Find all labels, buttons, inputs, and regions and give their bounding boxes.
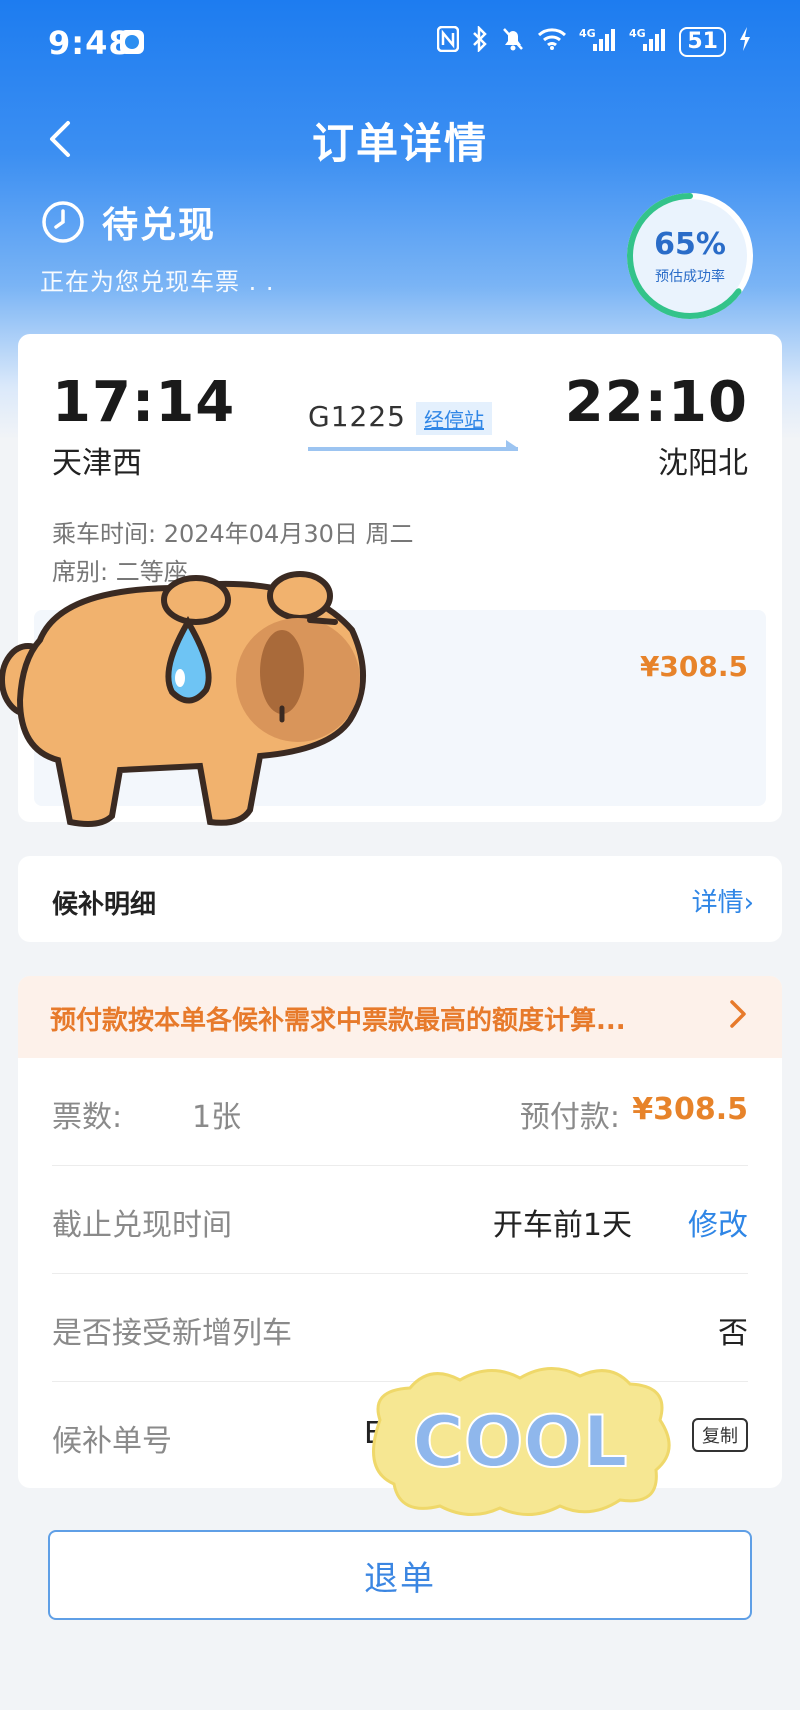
new-train-label: 是否接受新增列车 [52, 1316, 292, 1351]
prepay-value: ¥308.5 [632, 1092, 748, 1127]
success-rate-gauge: 65% 预估成功率 [624, 190, 756, 322]
train-number: G1225 [308, 400, 406, 433]
stops-link[interactable]: 经停站 [416, 402, 492, 435]
status-bar: 9:48 4G 4G 51 [0, 0, 800, 90]
success-rate-label: 预估成功率 [655, 268, 725, 285]
charging-icon [738, 26, 752, 58]
new-train-value: 否 [718, 1316, 748, 1351]
clock-icon [42, 201, 84, 243]
tickets-value: 1张 [192, 1100, 242, 1135]
deadline-row: 截止兑现时间 开车前1天 修改 [52, 1166, 748, 1274]
cool-sticker: COOL [372, 1366, 671, 1517]
departure-station: 天津西 [52, 446, 142, 481]
waitlist-detail-row[interactable]: 候补明细 详情› [18, 856, 782, 942]
detail-link[interactable]: 详情› [692, 882, 754, 919]
chevron-right-icon [730, 1000, 746, 1028]
arrow-right-icon [308, 440, 518, 451]
tickets-label: 票数: [52, 1100, 123, 1135]
cool-text: COOL [413, 1401, 628, 1483]
bluetooth-icon [471, 24, 489, 58]
nav-bar: 订单详情 [0, 100, 800, 180]
capybara-sticker [0, 571, 366, 827]
arrival-station: 沈阳北 [658, 446, 748, 481]
svg-text:4G: 4G [579, 27, 596, 40]
status-subtitle: 正在为您兑现车票 . . [40, 268, 275, 296]
mute-icon [501, 26, 525, 58]
wifi-icon [537, 27, 567, 57]
order-status: 待兑现 正在为您兑现车票 . . [40, 196, 275, 297]
status-title: 待兑现 [102, 205, 217, 246]
signal-icon: 4G [579, 26, 617, 58]
prepay-notice-text: 预付款按本单各候补需求中票款最高的额度计算... [50, 1006, 626, 1036]
prepay-label: 预付款: [519, 1100, 620, 1135]
modify-button[interactable]: 修改 [688, 1200, 748, 1244]
departure-time: 17:14 [52, 370, 236, 435]
deadline-label: 截止兑现时间 [52, 1208, 232, 1243]
refund-button[interactable]: 退单 [48, 1530, 752, 1620]
waitlist-detail-label: 候补明细 [52, 890, 157, 920]
nfc-icon [437, 25, 460, 58]
order-number-label: 候补单号 [52, 1424, 172, 1459]
app-notification-icon [120, 30, 144, 54]
prepay-notice[interactable]: 预付款按本单各候补需求中票款最高的额度计算... [18, 976, 782, 1058]
deadline-value: 开车前1天 [492, 1208, 632, 1243]
copy-button[interactable]: 复制 [692, 1418, 748, 1452]
page-title: 订单详情 [311, 119, 488, 168]
arrival-time: 22:10 [564, 370, 748, 435]
ticket-price: ¥308.5 [639, 650, 748, 683]
success-rate-value: 65% [654, 226, 726, 262]
battery-indicator: 51 [679, 27, 726, 57]
status-icons: 4G 4G 51 [437, 24, 752, 58]
tickets-row: 票数: 1张 预付款: ¥308.5 [52, 1058, 748, 1166]
signal-icon: 4G [629, 26, 667, 58]
svg-text:4G: 4G [629, 27, 646, 40]
ride-date: 乘车时间: 2024年04月30日 周二 [52, 520, 414, 548]
